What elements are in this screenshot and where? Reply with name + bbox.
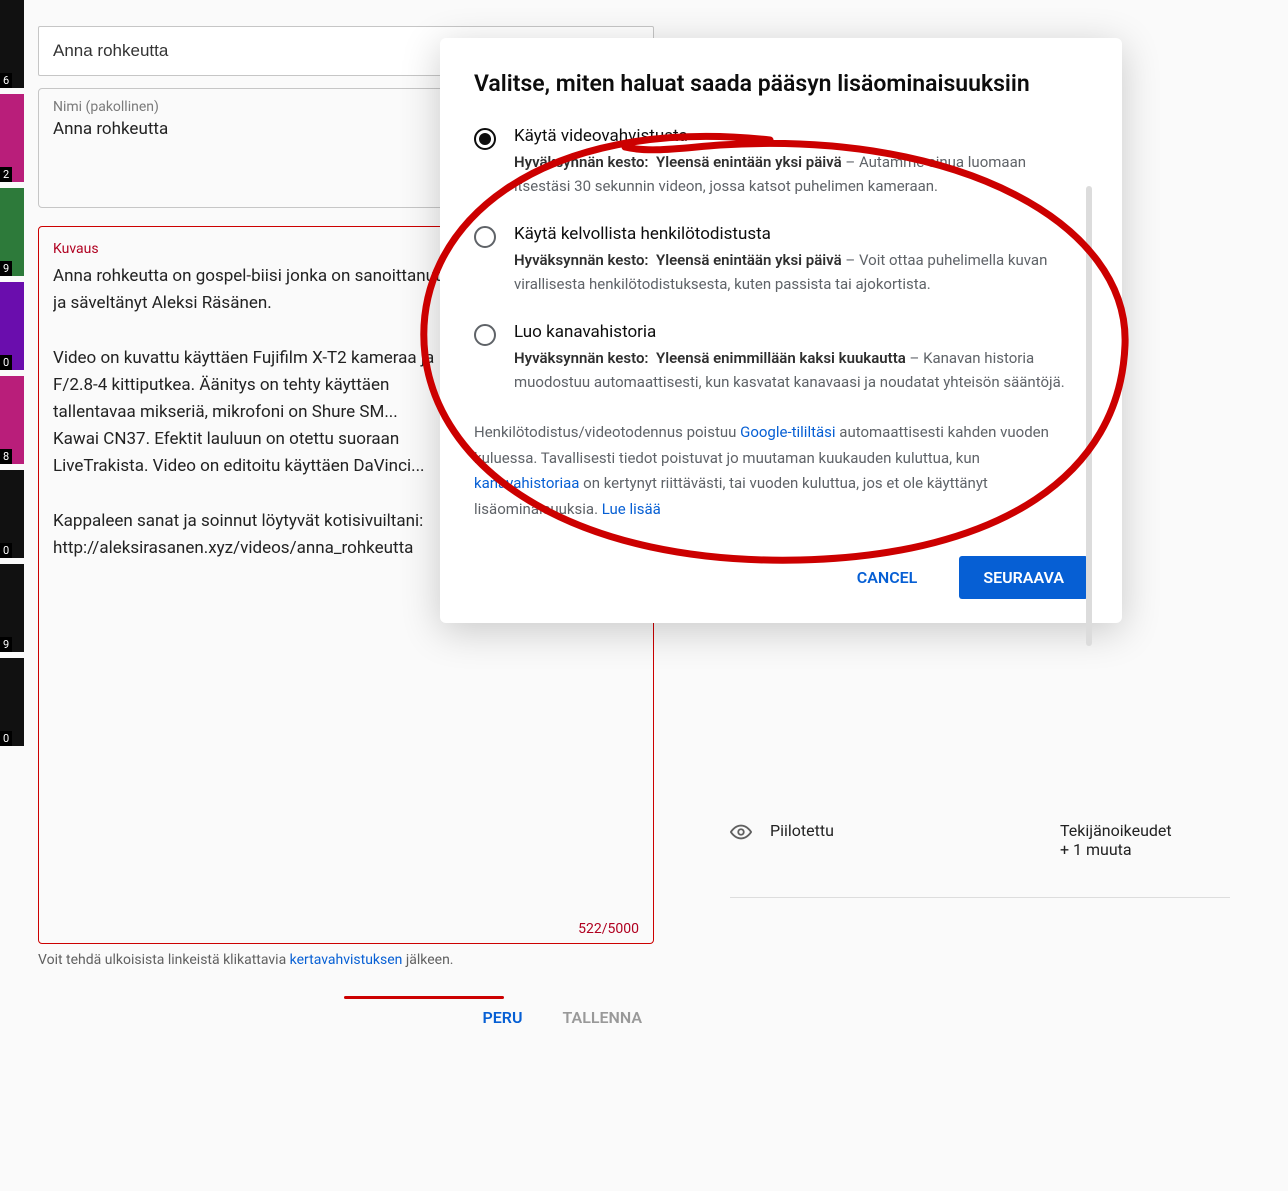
save-button: TALLENNA (562, 1008, 642, 1027)
next-button[interactable]: SEURAAVA (959, 556, 1088, 599)
option-title: Käytä kelvollista henkilötodistusta (514, 224, 1080, 244)
video-thumb-sidebar: 6 2 9 0 8 0 9 0 (0, 0, 24, 1191)
option-title: Käytä videovahvistusta (514, 126, 1080, 146)
option-description: Hyväksynnän kesto: Yleensä enintään yksi… (514, 248, 1080, 296)
visibility-right-col: Tekijänoikeudet + 1 muuta (1060, 821, 1230, 859)
thumb-badge: 9 (0, 261, 12, 276)
radio-icon[interactable] (474, 324, 496, 346)
notice-text: Voit tehdä ulkoisista linkeistä klikatta… (38, 952, 290, 968)
notice-text: jälkeen. (402, 952, 453, 968)
copyright-label: Tekijänoikeudet (1060, 821, 1172, 840)
thumb-badge: 9 (0, 637, 12, 652)
learn-more-link[interactable]: Lue lisää (602, 500, 661, 518)
access-features-dialog: Valitse, miten haluat saada pääsyn lisäo… (440, 38, 1122, 623)
dialog-title: Valitse, miten haluat saada pääsyn lisäo… (474, 68, 1088, 100)
google-account-link[interactable]: Google-tililtäsi (740, 423, 835, 441)
video-thumb[interactable]: 0 (0, 282, 24, 370)
option-title: Luo kanavahistoria (514, 322, 1080, 342)
video-thumb[interactable]: 8 (0, 376, 24, 464)
dialog-footer-text: Henkilötodistus/videotodennus poistuu Go… (474, 420, 1080, 522)
radio-icon[interactable] (474, 128, 496, 150)
thumb-badge: 0 (0, 731, 12, 746)
thumb-badge: 2 (0, 167, 12, 182)
option-video-verification[interactable]: Käytä videovahvistusta Hyväksynnän kesto… (474, 126, 1080, 198)
one-time-verify-link[interactable]: kertavahvistuksen (290, 952, 403, 968)
option-id-verification[interactable]: Käytä kelvollista henkilötodistusta Hyvä… (474, 224, 1080, 296)
cancel-button[interactable]: CANCEL (839, 556, 936, 599)
option-description: Hyväksynnän kesto: Yleensä enimmillään k… (514, 346, 1080, 394)
hand-underline-annotation (344, 996, 504, 999)
dialog-buttons: CANCEL SEURAAVA (474, 556, 1088, 599)
video-thumb[interactable]: 0 (0, 470, 24, 558)
option-channel-history[interactable]: Luo kanavahistoria Hyväksynnän kesto: Yl… (474, 322, 1080, 394)
visibility-status: Piilotettu (770, 821, 1060, 840)
thumb-badge: 0 (0, 543, 12, 558)
external-link-notice: Voit tehdä ulkoisista linkeistä klikatta… (38, 952, 654, 968)
option-description: Hyväksynnän kesto: Yleensä enintään yksi… (514, 150, 1080, 198)
thumb-badge: 0 (0, 355, 12, 370)
radio-icon[interactable] (474, 226, 496, 248)
channel-history-link[interactable]: kanavahistoriaa (474, 474, 579, 492)
thumb-badge: 6 (0, 73, 12, 88)
video-thumb[interactable]: 0 (0, 658, 24, 746)
visibility-panel: Piilotettu Tekijänoikeudet + 1 muuta (700, 810, 1260, 898)
video-thumb[interactable]: 6 (0, 0, 24, 88)
video-thumb[interactable]: 9 (0, 188, 24, 276)
thumb-badge: 8 (0, 449, 12, 464)
video-thumb[interactable]: 9 (0, 564, 24, 652)
dialog-scrollbar[interactable] (1086, 186, 1092, 646)
visibility-row[interactable]: Piilotettu Tekijänoikeudet + 1 muuta (700, 811, 1260, 869)
char-counter: 522/5000 (53, 921, 639, 937)
eye-icon (730, 821, 752, 843)
editor-footer-buttons: PERU TALLENNA (38, 1008, 654, 1027)
video-thumb[interactable]: 2 (0, 94, 24, 182)
divider (730, 897, 1230, 898)
cancel-button[interactable]: PERU (483, 1008, 523, 1027)
plus-more-label: + 1 muuta (1060, 840, 1132, 859)
